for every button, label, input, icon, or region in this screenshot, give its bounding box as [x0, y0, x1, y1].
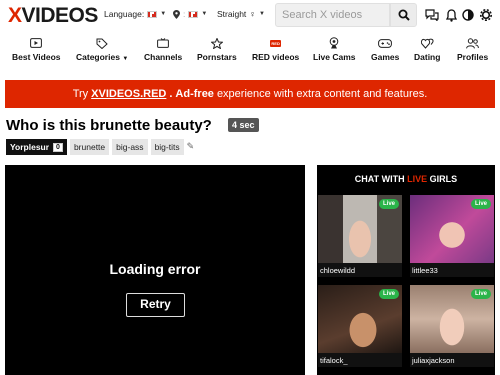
- orientation-label: Straight: [217, 9, 247, 19]
- cam-username[interactable]: littlee33: [410, 263, 494, 277]
- play-icon: [30, 37, 43, 49]
- live-badge: Live: [378, 199, 399, 209]
- cam-thumbnail[interactable]: Live: [410, 285, 494, 353]
- chevron-down-icon: ▼: [259, 11, 265, 17]
- duration-badge: 4 sec: [228, 118, 259, 132]
- search-input[interactable]: Search X videos: [275, 3, 390, 27]
- red-promo-banner[interactable]: Try XVIDEOS.RED. Ad-free experience with…: [5, 80, 495, 108]
- canada-flag-icon: [188, 10, 199, 18]
- live-chat-panel: CHAT WITH LIVE GIRLS Live chloewildd Liv…: [317, 165, 495, 375]
- nav-profiles[interactable]: Profiles: [457, 37, 488, 62]
- cam-username[interactable]: chloewildd: [318, 263, 402, 277]
- live-badge: Live: [470, 289, 491, 299]
- cam-thumbnail[interactable]: Live: [318, 195, 402, 263]
- star-icon: [210, 37, 223, 49]
- female-symbol-icon: ♀: [249, 9, 257, 19]
- loading-error-text: Loading error: [109, 261, 201, 277]
- users-icon: [466, 37, 479, 49]
- live-badge: Live: [470, 199, 491, 209]
- contrast-icon[interactable]: [461, 8, 475, 22]
- language-selector[interactable]: Language: ▼: [104, 9, 166, 19]
- main-nav: Best Videos Categories ▼ Channels Pornst…: [0, 37, 500, 67]
- nav-dating[interactable]: Dating: [414, 37, 440, 62]
- pencil-icon[interactable]: ✎: [187, 139, 195, 155]
- nav-channels[interactable]: Channels: [144, 37, 182, 62]
- chat-bubbles-icon[interactable]: [425, 8, 439, 22]
- xvideos-logo[interactable]: XVIDEOS: [8, 4, 98, 28]
- cam-card[interactable]: Live juliaxjackson: [410, 285, 494, 367]
- language-label: Language:: [104, 9, 145, 19]
- tag-item[interactable]: big-ass: [112, 139, 148, 155]
- tag-item[interactable]: brunette: [69, 139, 110, 155]
- cam-thumbnail[interactable]: Live: [410, 195, 494, 263]
- tv-icon: [157, 37, 170, 49]
- cam-thumbnail[interactable]: Live: [318, 285, 402, 353]
- uploader-tag[interactable]: Yorplesur 0: [6, 139, 67, 155]
- nav-categories[interactable]: Categories ▼: [76, 37, 128, 62]
- video-tags: Yorplesur 0 brunette big-ass big-tits ✎: [6, 139, 194, 155]
- cam-username[interactable]: tifalock_: [318, 353, 402, 367]
- orientation-selector[interactable]: Straight ♀ ▼: [217, 9, 265, 19]
- chevron-down-icon: ▼: [122, 56, 129, 62]
- cam-card[interactable]: Live tifalock_: [318, 285, 402, 367]
- red-badge-icon: RED: [270, 39, 282, 47]
- tag-item[interactable]: big-tits: [150, 139, 184, 155]
- nav-games[interactable]: Games: [371, 37, 399, 62]
- search-icon: [398, 9, 410, 21]
- gamepad-icon: [378, 37, 393, 49]
- nav-pornstars[interactable]: Pornstars: [197, 37, 237, 62]
- tag-icon: [96, 37, 108, 49]
- location-pin-icon: [173, 9, 180, 19]
- nav-best-videos[interactable]: Best Videos: [12, 37, 61, 62]
- uploader-count: 0: [53, 142, 63, 152]
- retry-button[interactable]: Retry: [126, 293, 185, 317]
- webcam-icon: [329, 37, 339, 49]
- video-title: Who is this brunette beauty?: [6, 117, 212, 134]
- nav-live-cams[interactable]: Live Cams: [313, 37, 356, 62]
- canada-flag-icon: [147, 10, 158, 18]
- country-selector[interactable]: : ▼: [173, 9, 207, 19]
- video-player[interactable]: Loading error Retry: [5, 165, 305, 375]
- cam-card[interactable]: Live chloewildd: [318, 195, 402, 277]
- chevron-down-icon: ▼: [201, 11, 208, 17]
- cam-card[interactable]: Live littlee33: [410, 195, 494, 277]
- hearts-icon: [420, 37, 434, 49]
- chevron-down-icon: ▼: [160, 11, 167, 17]
- top-bar: XVIDEOS Language: ▼ : ▼ Straight ♀ ▼ Sea…: [0, 0, 500, 32]
- chat-heading: CHAT WITH LIVE GIRLS: [354, 174, 458, 184]
- search-button[interactable]: [390, 3, 417, 27]
- bell-icon[interactable]: [444, 8, 458, 22]
- live-badge: Live: [378, 289, 399, 299]
- nav-red-videos[interactable]: RED RED videos: [252, 37, 299, 62]
- gear-icon[interactable]: [479, 8, 493, 22]
- xvideos-red-link[interactable]: XVIDEOS.RED: [91, 88, 166, 100]
- cam-username[interactable]: juliaxjackson: [410, 353, 494, 367]
